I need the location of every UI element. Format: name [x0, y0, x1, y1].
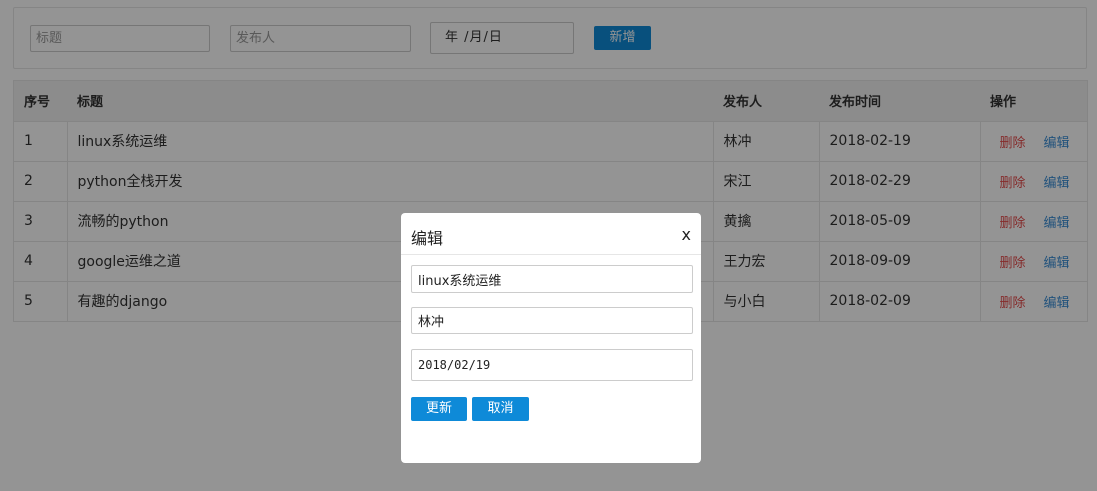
cancel-button[interactable]: 取消: [472, 397, 529, 421]
update-button[interactable]: 更新: [411, 397, 467, 421]
edit-author-input[interactable]: [411, 307, 693, 334]
close-icon[interactable]: x: [682, 225, 691, 244]
edit-modal: 编辑 x 更新 取消: [401, 213, 701, 463]
modal-header: 编辑 x: [401, 213, 701, 255]
edit-title-input[interactable]: [411, 265, 693, 293]
modal-title: 编辑: [411, 229, 444, 248]
edit-date-input[interactable]: [411, 349, 693, 381]
